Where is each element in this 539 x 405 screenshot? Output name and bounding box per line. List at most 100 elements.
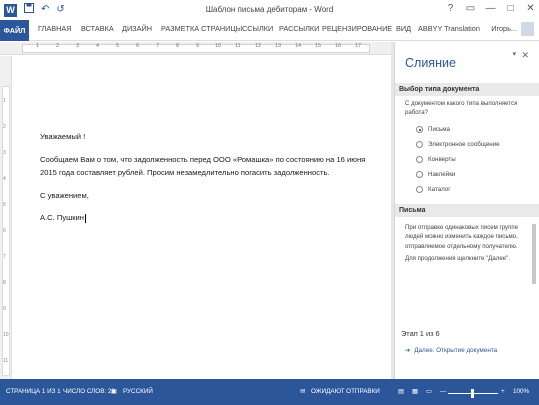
minimize-icon[interactable]: — — [484, 2, 497, 15]
pane-options-icon[interactable]: ▾ — [512, 50, 516, 58]
zoom-out-button[interactable]: — — [440, 388, 446, 395]
ruler-mark: 9 — [3, 306, 6, 312]
signature-text: А.С. Пушкин — [40, 213, 84, 222]
tab-abbyy[interactable]: ABBYY Translation — [418, 24, 480, 33]
pane-close-icon[interactable]: ✕ — [521, 50, 529, 61]
ruler-mark: 1 — [36, 43, 40, 49]
letters-description: При отправке одинаковых писем группе люд… — [405, 224, 519, 250]
ruler-mark: 5 — [3, 202, 6, 208]
print-layout-icon[interactable]: ▦ — [412, 388, 418, 395]
status-sending[interactable]: ОЖИДАЮТ ОТПРАВКИ — [311, 388, 380, 395]
radio-icon[interactable] — [416, 186, 423, 193]
radio-letters[interactable]: Письма — [416, 124, 450, 135]
body-line-1[interactable]: Сообщаем Вам о том, что задолженность пе… — [40, 153, 365, 166]
ruler-mark: 6 — [3, 228, 6, 234]
document-page[interactable]: Уважаемый ! Сообщаем Вам о том, что задо… — [12, 56, 393, 379]
radio-labels[interactable]: Наклейки — [416, 169, 455, 180]
ruler-mark: 10 — [215, 43, 222, 49]
ruler-mark: 8 — [3, 280, 6, 286]
tab-references[interactable]: ССЫЛКИ — [242, 24, 273, 33]
tab-insert[interactable]: ВСТАВКА — [81, 24, 114, 33]
zoom-slider-thumb[interactable] — [471, 389, 474, 398]
status-bar: СТРАНИЦА 1 ИЗ 1 ЧИСЛО СЛОВ: 28 ▣ РУССКИЙ… — [0, 379, 539, 405]
signature-line[interactable]: А.С. Пушкин — [40, 211, 86, 224]
horizontal-ruler[interactable]: 1 2 3 4 5 6 7 8 9 10 11 12 13 14 15 16 1… — [0, 42, 393, 55]
ruler-mark: 9 — [196, 43, 200, 49]
continue-hint: Для продолжения щелкните "Далее". — [405, 255, 511, 262]
text-cursor — [84, 213, 86, 223]
read-mode-icon[interactable]: ▤ — [398, 388, 404, 395]
ruler-mark: 8 — [176, 43, 180, 49]
ruler-mark: 13 — [275, 43, 282, 49]
radio-icon[interactable] — [416, 156, 423, 163]
radio-email[interactable]: Электронное сообщение — [416, 139, 500, 150]
ruler-mark: 16 — [335, 43, 342, 49]
proofing-icon[interactable]: ▣ — [111, 388, 117, 395]
radio-selected-icon[interactable] — [416, 126, 423, 133]
pending-mail-icon: ✉ — [300, 388, 306, 395]
radio-directory[interactable]: Каталог — [416, 184, 451, 195]
close-icon[interactable]: ✕ — [524, 2, 537, 15]
tab-home[interactable]: ГЛАВНАЯ — [38, 24, 71, 33]
pane-scrollbar[interactable] — [532, 224, 536, 284]
ruler-mark: 5 — [116, 43, 120, 49]
radio-icon[interactable] — [416, 171, 423, 178]
arrow-right-icon: ➔ — [405, 347, 411, 354]
avatar[interactable] — [521, 22, 534, 36]
status-page[interactable]: СТРАНИЦА 1 ИЗ 1 — [6, 388, 61, 395]
ribbon-tabs: ФАЙЛ ГЛАВНАЯ ВСТАВКА ДИЗАЙН РАЗМЕТКА СТР… — [0, 20, 539, 41]
closing-line[interactable]: С уважением, — [40, 189, 89, 202]
radio-label: Письма — [428, 126, 450, 133]
ruler-mark: 10 — [3, 332, 9, 338]
radio-label: Каталог — [428, 186, 451, 193]
ruler-mark: 4 — [96, 43, 100, 49]
section-header-letters: Письма — [395, 204, 539, 217]
section-header-doc-type: Выбор типа документа — [395, 83, 539, 96]
maximize-icon[interactable]: □ — [504, 2, 517, 15]
tab-view[interactable]: ВИД — [396, 24, 411, 33]
mail-merge-pane: Слияние ▾ ✕ Выбор типа документа С докум… — [394, 42, 539, 379]
radio-label: Наклейки — [428, 171, 456, 178]
zoom-level[interactable]: 100% — [513, 388, 529, 395]
title-bar: W ↶ ↺ Шаблон письма дебиторам - Word ? ▭… — [0, 0, 539, 20]
radio-label: Конверты — [428, 156, 456, 163]
radio-envelopes[interactable]: Конверты — [416, 154, 456, 165]
vertical-ruler[interactable]: 1 2 3 4 5 6 7 8 9 10 11 — [0, 56, 12, 379]
ruler-mark: 14 — [295, 43, 302, 49]
body-line-2[interactable]: 2015 года составляет рублей. Просим неза… — [40, 166, 330, 179]
user-name[interactable]: Игорь... — [491, 24, 517, 33]
next-step-link[interactable]: ➔ Далее. Открытие документа — [405, 347, 497, 354]
zoom-in-button[interactable]: + — [501, 388, 505, 395]
tab-design[interactable]: ДИЗАЙН — [122, 24, 152, 33]
status-language[interactable]: РУССКИЙ — [123, 388, 153, 395]
ruler-mark: 17 — [355, 43, 362, 49]
ruler-mark: 4 — [3, 176, 6, 182]
ruler-mark: 11 — [235, 43, 241, 49]
ruler-mark: 7 — [3, 254, 6, 260]
ruler-mark: 12 — [255, 43, 262, 49]
tab-file[interactable]: ФАЙЛ — [0, 20, 29, 41]
ruler-mark: 11 — [3, 358, 9, 364]
radio-label: Электронное сообщение — [428, 141, 500, 148]
next-step-label: Далее. Открытие документа — [414, 347, 498, 354]
ruler-mark: 2 — [56, 43, 60, 49]
ribbon-display-icon[interactable]: ▭ — [464, 2, 477, 15]
tab-review[interactable]: РЕЦЕНЗИРОВАНИЕ — [322, 24, 392, 33]
ruler-mark: 3 — [3, 150, 6, 156]
ruler-mark: 2 — [3, 124, 6, 130]
web-layout-icon[interactable]: ▭ — [426, 388, 432, 395]
ruler-mark: 1 — [3, 98, 6, 104]
radio-icon[interactable] — [416, 141, 423, 148]
greeting-line[interactable]: Уважаемый ! — [40, 130, 85, 143]
pane-title: Слияние — [405, 56, 456, 70]
tab-mailings[interactable]: РАССЫЛКИ — [279, 24, 319, 33]
doc-type-question: С документом какого типа выполняется раб… — [405, 100, 518, 117]
status-word-count[interactable]: ЧИСЛО СЛОВ: 28 — [63, 388, 115, 395]
help-icon[interactable]: ? — [444, 2, 457, 15]
window-controls: ? ▭ — □ ✕ — [444, 2, 537, 15]
tab-page-layout[interactable]: РАЗМЕТКА СТРАНИЦЫ — [161, 24, 242, 33]
ruler-mark: 3 — [76, 43, 80, 49]
ruler-mark: 15 — [315, 43, 322, 49]
ruler-mark: 6 — [136, 43, 140, 49]
step-indicator: Этап 1 из 6 — [401, 329, 440, 338]
